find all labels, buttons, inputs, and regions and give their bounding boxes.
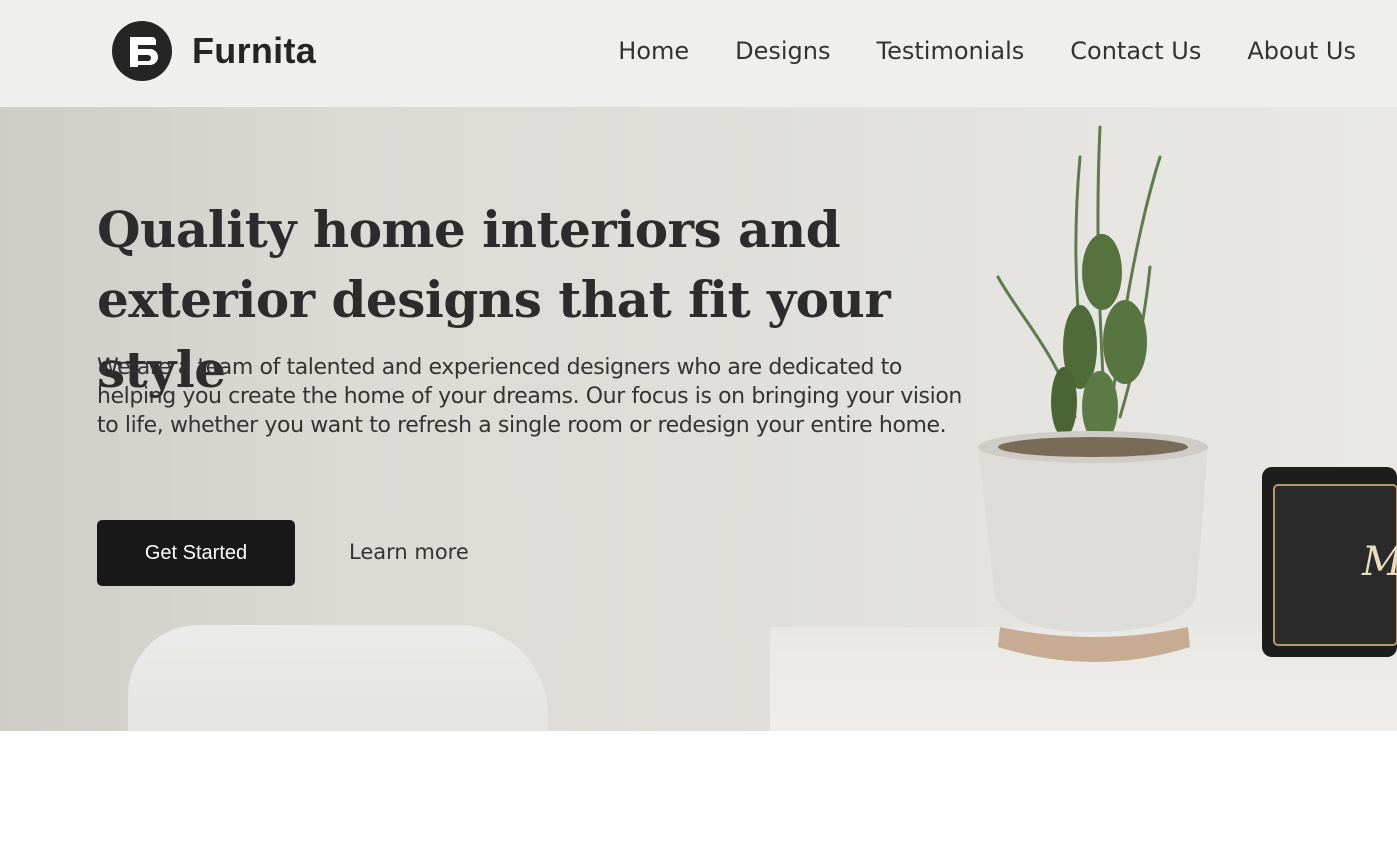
brand[interactable]: Furnita [112, 21, 316, 81]
speaker-brand-text: M [1361, 539, 1397, 585]
nav-item-testimonials[interactable]: Testimonials [877, 32, 1025, 70]
learn-more-link[interactable]: Learn more [349, 537, 469, 567]
main-nav: Home Designs Testimonials Contact Us Abo… [572, 32, 1356, 70]
get-started-button[interactable]: Get Started [97, 520, 295, 586]
furnita-logo-icon [112, 21, 172, 81]
nav-item-designs[interactable]: Designs [735, 32, 830, 70]
brand-name: Furnita [192, 30, 317, 71]
hero-description: We are a team of talented and experience… [97, 355, 962, 438]
nav-item-contact-us[interactable]: Contact Us [1070, 32, 1201, 70]
cactus-plant-image [978, 125, 1208, 662]
navbar: Furnita Home Designs Testimonials Contac… [0, 0, 1397, 107]
chair-image [128, 625, 548, 731]
speaker-image: M [1262, 467, 1397, 657]
nav-item-home[interactable]: Home [618, 32, 689, 70]
nav-item-about-us[interactable]: About Us [1247, 32, 1356, 70]
hero-section: M Quality home interiors and exterior de… [0, 107, 1397, 731]
